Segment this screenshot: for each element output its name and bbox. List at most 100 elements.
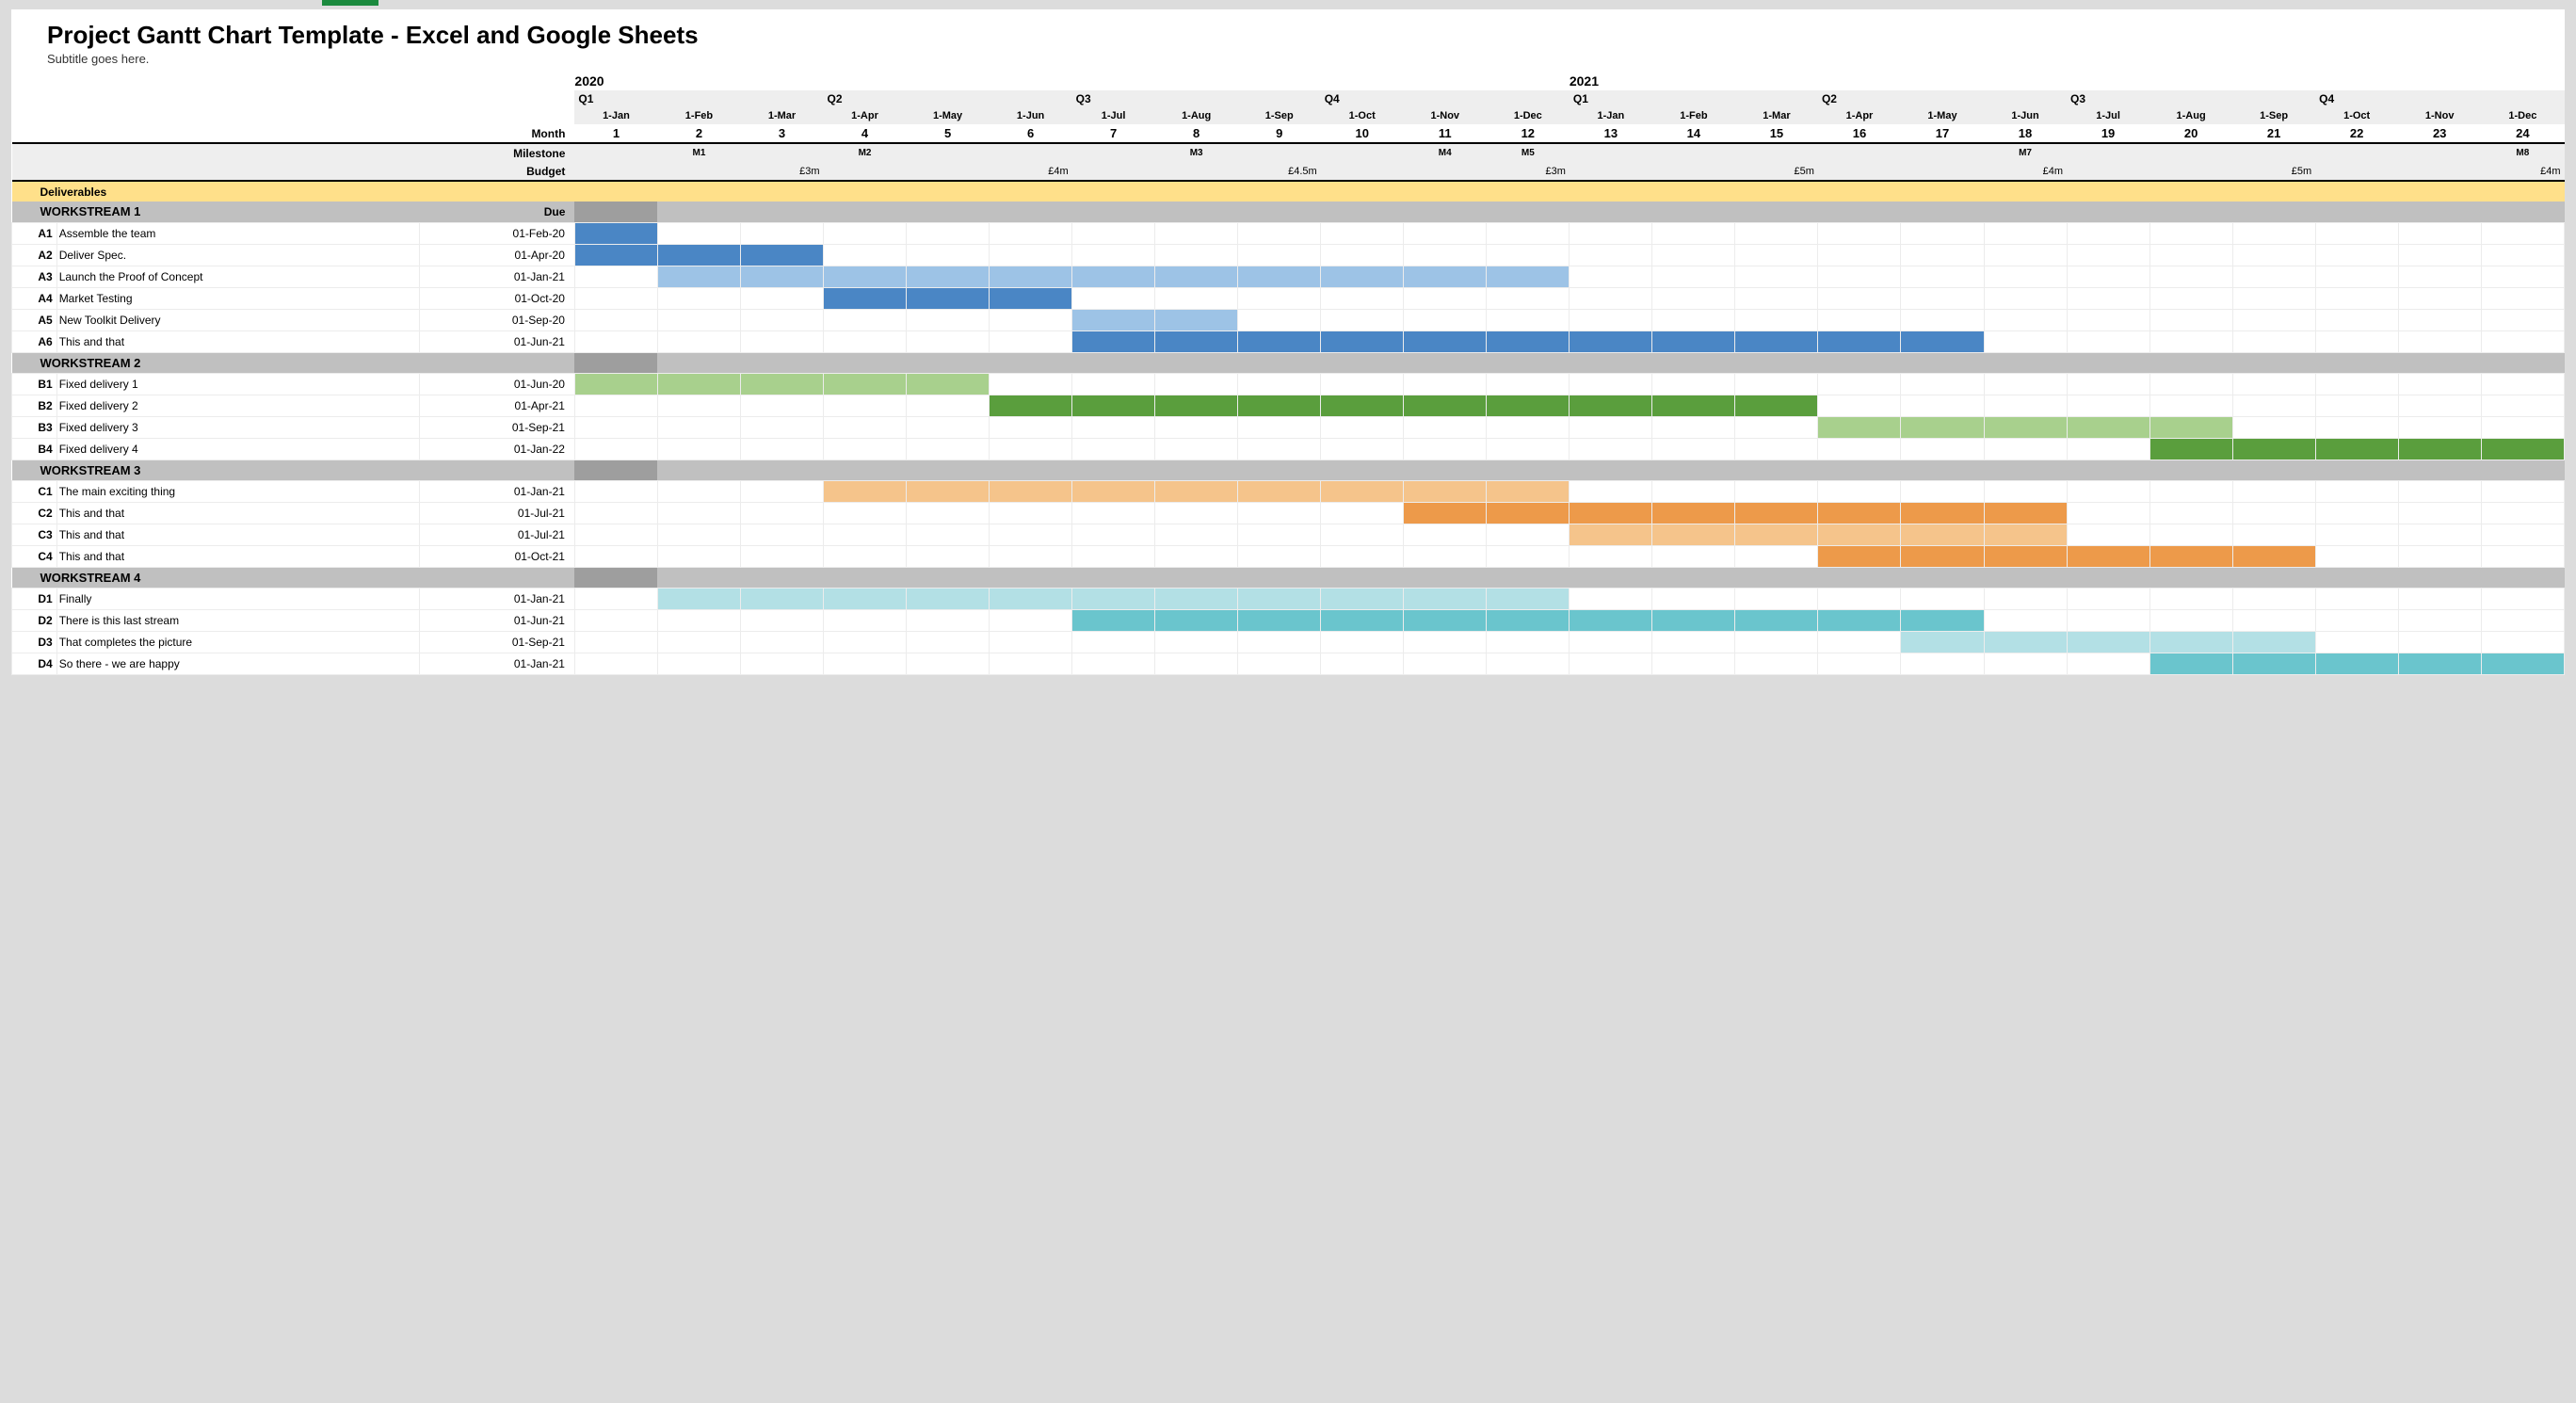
task-due: 01-Apr-20 — [419, 244, 574, 266]
gantt-cell — [657, 480, 740, 502]
gantt-cell — [1901, 244, 1984, 266]
gantt-cell — [2232, 395, 2315, 416]
gantt-chart: 20202021Q1Q2Q3Q4Q1Q2Q3Q41-Jan1-Feb1-Mar1… — [11, 72, 2565, 675]
gantt-cell — [1238, 287, 1321, 309]
gantt-bar-segment — [990, 395, 1072, 416]
workstream-cell — [1984, 352, 2067, 373]
gantt-bar-segment — [1652, 502, 1735, 524]
budget-cell: £4m — [1984, 162, 2067, 181]
month-label: 1-Mar — [1735, 107, 1818, 124]
gantt-cell — [824, 244, 907, 266]
task-id: D2 — [12, 609, 57, 631]
budget-cell — [824, 162, 907, 181]
gantt-bar-segment — [2232, 631, 2315, 653]
gantt-cell — [907, 545, 990, 567]
gantt-bar-segment — [1652, 524, 1735, 545]
gantt-cell — [990, 331, 1072, 352]
gantt-bar-segment — [1404, 609, 1487, 631]
gantt-cell — [1735, 309, 1818, 331]
month-number: 19 — [2067, 124, 2149, 143]
workstream-header: WORKSTREAM 2 — [12, 352, 420, 373]
budget-cell — [1321, 162, 1404, 181]
workstream-cell — [1321, 202, 1404, 222]
gantt-cell — [1901, 309, 1984, 331]
month-label: 1-May — [907, 107, 990, 124]
gantt-cell — [2398, 545, 2481, 567]
gantt-bar-segment — [1901, 631, 1984, 653]
gantt-cell — [2067, 502, 2149, 524]
gantt-cell — [1487, 545, 1570, 567]
gantt-bar-segment — [1487, 331, 1570, 352]
gantt-cell — [2149, 588, 2232, 609]
gantt-cell — [1238, 653, 1321, 674]
month-label: 1-Jul — [1072, 107, 1155, 124]
gantt-cell — [2315, 331, 2398, 352]
gantt-cell — [2149, 309, 2232, 331]
workstream-cell — [1818, 460, 1901, 480]
gantt-bar-segment — [574, 244, 657, 266]
workstream-header: WORKSTREAM 3 — [12, 460, 420, 480]
gantt-cell — [1984, 331, 2067, 352]
milestone-cell — [1072, 143, 1155, 162]
workstream-cell — [1072, 352, 1155, 373]
month-number: 18 — [1984, 124, 2067, 143]
gantt-cell — [740, 438, 823, 460]
workstream-cell — [1652, 352, 1735, 373]
gantt-bar-segment — [2398, 653, 2481, 674]
gantt-bar-segment — [990, 266, 1072, 287]
budget-cell: £5m — [1735, 162, 1818, 181]
task-due: 01-Jul-21 — [419, 524, 574, 545]
gantt-cell — [2232, 222, 2315, 244]
gantt-cell — [574, 653, 657, 674]
task-id: B4 — [12, 438, 57, 460]
gantt-cell — [1487, 309, 1570, 331]
workstream-cell — [1487, 352, 1570, 373]
budget-cell: £4m — [2481, 162, 2564, 181]
milestone-cell: M2 — [824, 143, 907, 162]
gantt-bar-segment — [740, 373, 823, 395]
gantt-cell — [740, 631, 823, 653]
gantt-bar-segment — [657, 266, 740, 287]
gantt-cell — [990, 438, 1072, 460]
gantt-bar-segment — [824, 480, 907, 502]
month-label: 1-Apr — [824, 107, 907, 124]
gantt-cell — [1818, 438, 1901, 460]
gantt-bar-segment — [1570, 502, 1652, 524]
gantt-cell — [2232, 524, 2315, 545]
gantt-bar-segment — [1652, 609, 1735, 631]
gantt-cell — [2232, 502, 2315, 524]
gantt-bar-segment — [1570, 395, 1652, 416]
gantt-bar-segment — [1072, 266, 1155, 287]
gantt-cell — [574, 631, 657, 653]
gantt-bar-segment — [2149, 545, 2232, 567]
gantt-cell — [2149, 395, 2232, 416]
workstream-cell — [1487, 460, 1570, 480]
gantt-cell — [907, 309, 990, 331]
gantt-cell — [2481, 502, 2564, 524]
gantt-cell — [824, 609, 907, 631]
milestone-cell — [1238, 143, 1321, 162]
workstream-cell — [1238, 352, 1321, 373]
task-name: This and that — [56, 331, 419, 352]
quarter-label: Q1 — [574, 90, 823, 107]
gantt-bar-segment — [2481, 438, 2564, 460]
gantt-cell — [1652, 438, 1735, 460]
gantt-cell — [1238, 416, 1321, 438]
gantt-bar-segment — [1901, 502, 1984, 524]
workstream-cell — [657, 202, 740, 222]
gantt-cell — [657, 395, 740, 416]
gantt-cell — [2232, 609, 2315, 631]
workstream-cell — [990, 352, 1072, 373]
gantt-bar-segment — [740, 588, 823, 609]
gantt-bar-segment — [1818, 524, 1901, 545]
gantt-cell — [1818, 631, 1901, 653]
gantt-cell — [907, 524, 990, 545]
gantt-bar-segment — [1155, 266, 1238, 287]
gantt-cell — [990, 545, 1072, 567]
milestone-cell — [1321, 143, 1404, 162]
gantt-cell — [1652, 309, 1735, 331]
gantt-cell — [657, 545, 740, 567]
gantt-cell — [1238, 502, 1321, 524]
gantt-cell — [1321, 416, 1404, 438]
gantt-bar-segment — [1238, 609, 1321, 631]
